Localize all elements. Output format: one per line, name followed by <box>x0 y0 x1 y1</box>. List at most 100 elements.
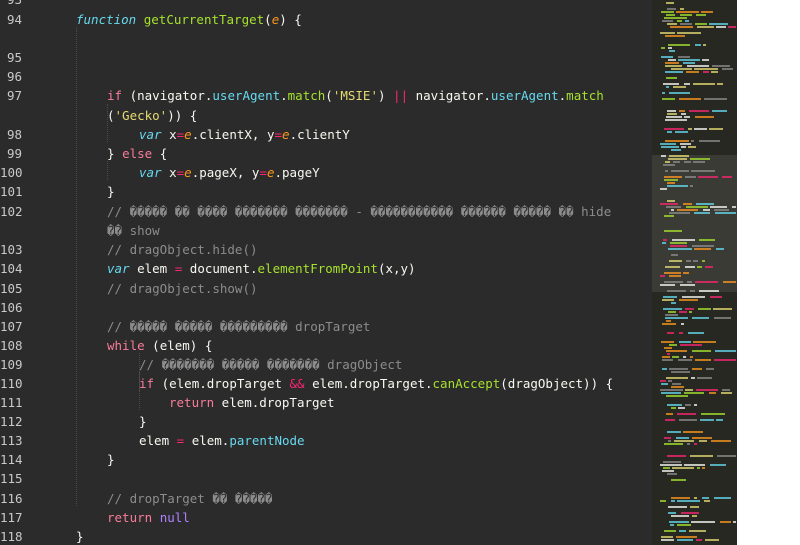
code-token: navigator. <box>408 88 491 103</box>
code-line[interactable]: } <box>107 182 115 201</box>
minimap-line <box>667 431 681 433</box>
minimap-line <box>715 350 736 352</box>
code-line[interactable]: var elem = document.elementFromPoint(x,y… <box>107 259 416 278</box>
minimap-line <box>667 200 675 202</box>
code-token: if <box>139 376 155 391</box>
minimap-line <box>685 266 695 268</box>
minimap-line <box>682 296 705 298</box>
code-token: ( <box>107 108 115 123</box>
code-line[interactable]: } <box>107 450 115 469</box>
minimap-line <box>689 530 706 532</box>
minimap-line <box>684 83 690 85</box>
minimap-line <box>705 266 713 268</box>
code-token: e <box>266 165 275 180</box>
code-line[interactable]: } <box>139 412 147 431</box>
minimap-line <box>667 404 682 406</box>
minimap-line <box>668 59 676 61</box>
minimap-line <box>670 242 687 244</box>
minimap-line <box>661 56 673 58</box>
minimap-line <box>661 341 674 343</box>
minimap-line <box>667 182 675 184</box>
minimap-line <box>661 146 679 148</box>
minimap-line <box>665 71 683 73</box>
minimap-line <box>690 185 693 187</box>
minimap-line <box>698 308 711 310</box>
code-line[interactable]: �� show <box>107 221 160 240</box>
minimap-line <box>664 437 671 439</box>
minimap-line <box>676 536 697 538</box>
code-line[interactable]: if (navigator.userAgent.match('MSIE') ||… <box>107 86 604 105</box>
code-line[interactable]: var x=e.pageX, y=e.pageY <box>139 163 320 182</box>
minimap-line <box>699 239 715 241</box>
code-line[interactable]: } <box>76 527 84 545</box>
minimap-line <box>671 515 689 517</box>
code-token: parentNode <box>229 433 305 448</box>
minimap-line <box>671 209 674 211</box>
code-token: navigator. <box>137 88 213 103</box>
minimap-line <box>675 131 688 133</box>
code-line[interactable]: elem = elem.parentNode <box>139 431 305 450</box>
code-line[interactable]: return elem.dropTarget <box>169 393 335 412</box>
minimap-line <box>661 536 673 538</box>
minimap-line <box>668 506 687 508</box>
code-editor[interactable]: 9394959697989910010110210310410510610710… <box>0 0 737 545</box>
code-line[interactable]: // ����� ����� ��������� dropTarget <box>107 317 370 336</box>
code-token: e <box>184 165 192 180</box>
minimap-line <box>692 437 712 439</box>
code-line[interactable]: // dropTarget �� ����� <box>107 489 273 508</box>
minimap-line <box>667 23 677 25</box>
code-line[interactable]: function getCurrentTarget(e) { <box>76 10 302 29</box>
minimap-line <box>686 260 691 262</box>
minimap-line <box>690 356 693 358</box>
minimap-line <box>661 539 674 541</box>
minimap-line <box>717 83 723 85</box>
code-line[interactable]: // dragObject.show() <box>107 279 258 298</box>
minimap-line <box>663 296 677 298</box>
minimap-line <box>660 32 675 34</box>
code-line[interactable]: return null <box>107 508 190 527</box>
minimap-line <box>697 266 702 268</box>
minimap-line <box>660 275 665 277</box>
minimap-line <box>670 26 693 28</box>
code-token: getCurrentTarget <box>143 12 265 27</box>
code-line[interactable]: } else { <box>107 144 167 163</box>
minimap-line <box>667 110 676 112</box>
code-token: elem. <box>184 433 230 448</box>
code-token: var <box>139 127 162 142</box>
minimap-line <box>680 23 692 25</box>
minimap-line <box>679 530 686 532</box>
minimap-line <box>672 467 694 469</box>
minimap-line <box>661 383 668 385</box>
minimap-line <box>662 92 665 94</box>
code-line[interactable]: // ������� ����� ������� dragObject <box>139 355 402 374</box>
minimap-line <box>683 356 686 358</box>
indent-guide <box>76 27 77 506</box>
minimap-line <box>662 98 675 100</box>
code-area[interactable]: function getCurrentTarget(e) {if (naviga… <box>0 0 652 545</box>
minimap-line <box>691 377 695 379</box>
minimap-line <box>696 14 706 16</box>
code-line[interactable]: // dragObject.hide() <box>107 240 258 259</box>
code-token: ) <box>377 88 394 103</box>
code-line[interactable]: var x=e.clientX, y=e.clientY <box>139 125 350 144</box>
minimap-line <box>666 206 681 208</box>
minimap[interactable] <box>652 0 737 545</box>
code-token: elem.dropTarget <box>214 395 335 410</box>
minimap-line <box>676 11 699 13</box>
code-line[interactable]: while (elem) { <box>107 336 212 355</box>
minimap-line <box>714 209 729 211</box>
minimap-line <box>685 176 696 178</box>
code-line[interactable]: ('Gecko')) { <box>107 106 197 125</box>
minimap-line <box>677 20 682 22</box>
minimap-line <box>694 443 697 445</box>
minimap-line <box>684 464 705 466</box>
code-line[interactable]: if (elem.dropTarget && elem.dropTarget.c… <box>139 374 613 393</box>
code-token: (elem.dropTarget <box>154 376 290 391</box>
code-token: �� show <box>107 223 160 238</box>
minimap-line <box>669 50 675 52</box>
code-line[interactable]: // ����� �� ���� ������� ������� - �����… <box>107 202 611 221</box>
code-token: userAgent <box>212 88 281 103</box>
minimap-line <box>671 170 689 172</box>
minimap-line <box>712 110 727 112</box>
code-token: (x,y) <box>377 261 416 276</box>
